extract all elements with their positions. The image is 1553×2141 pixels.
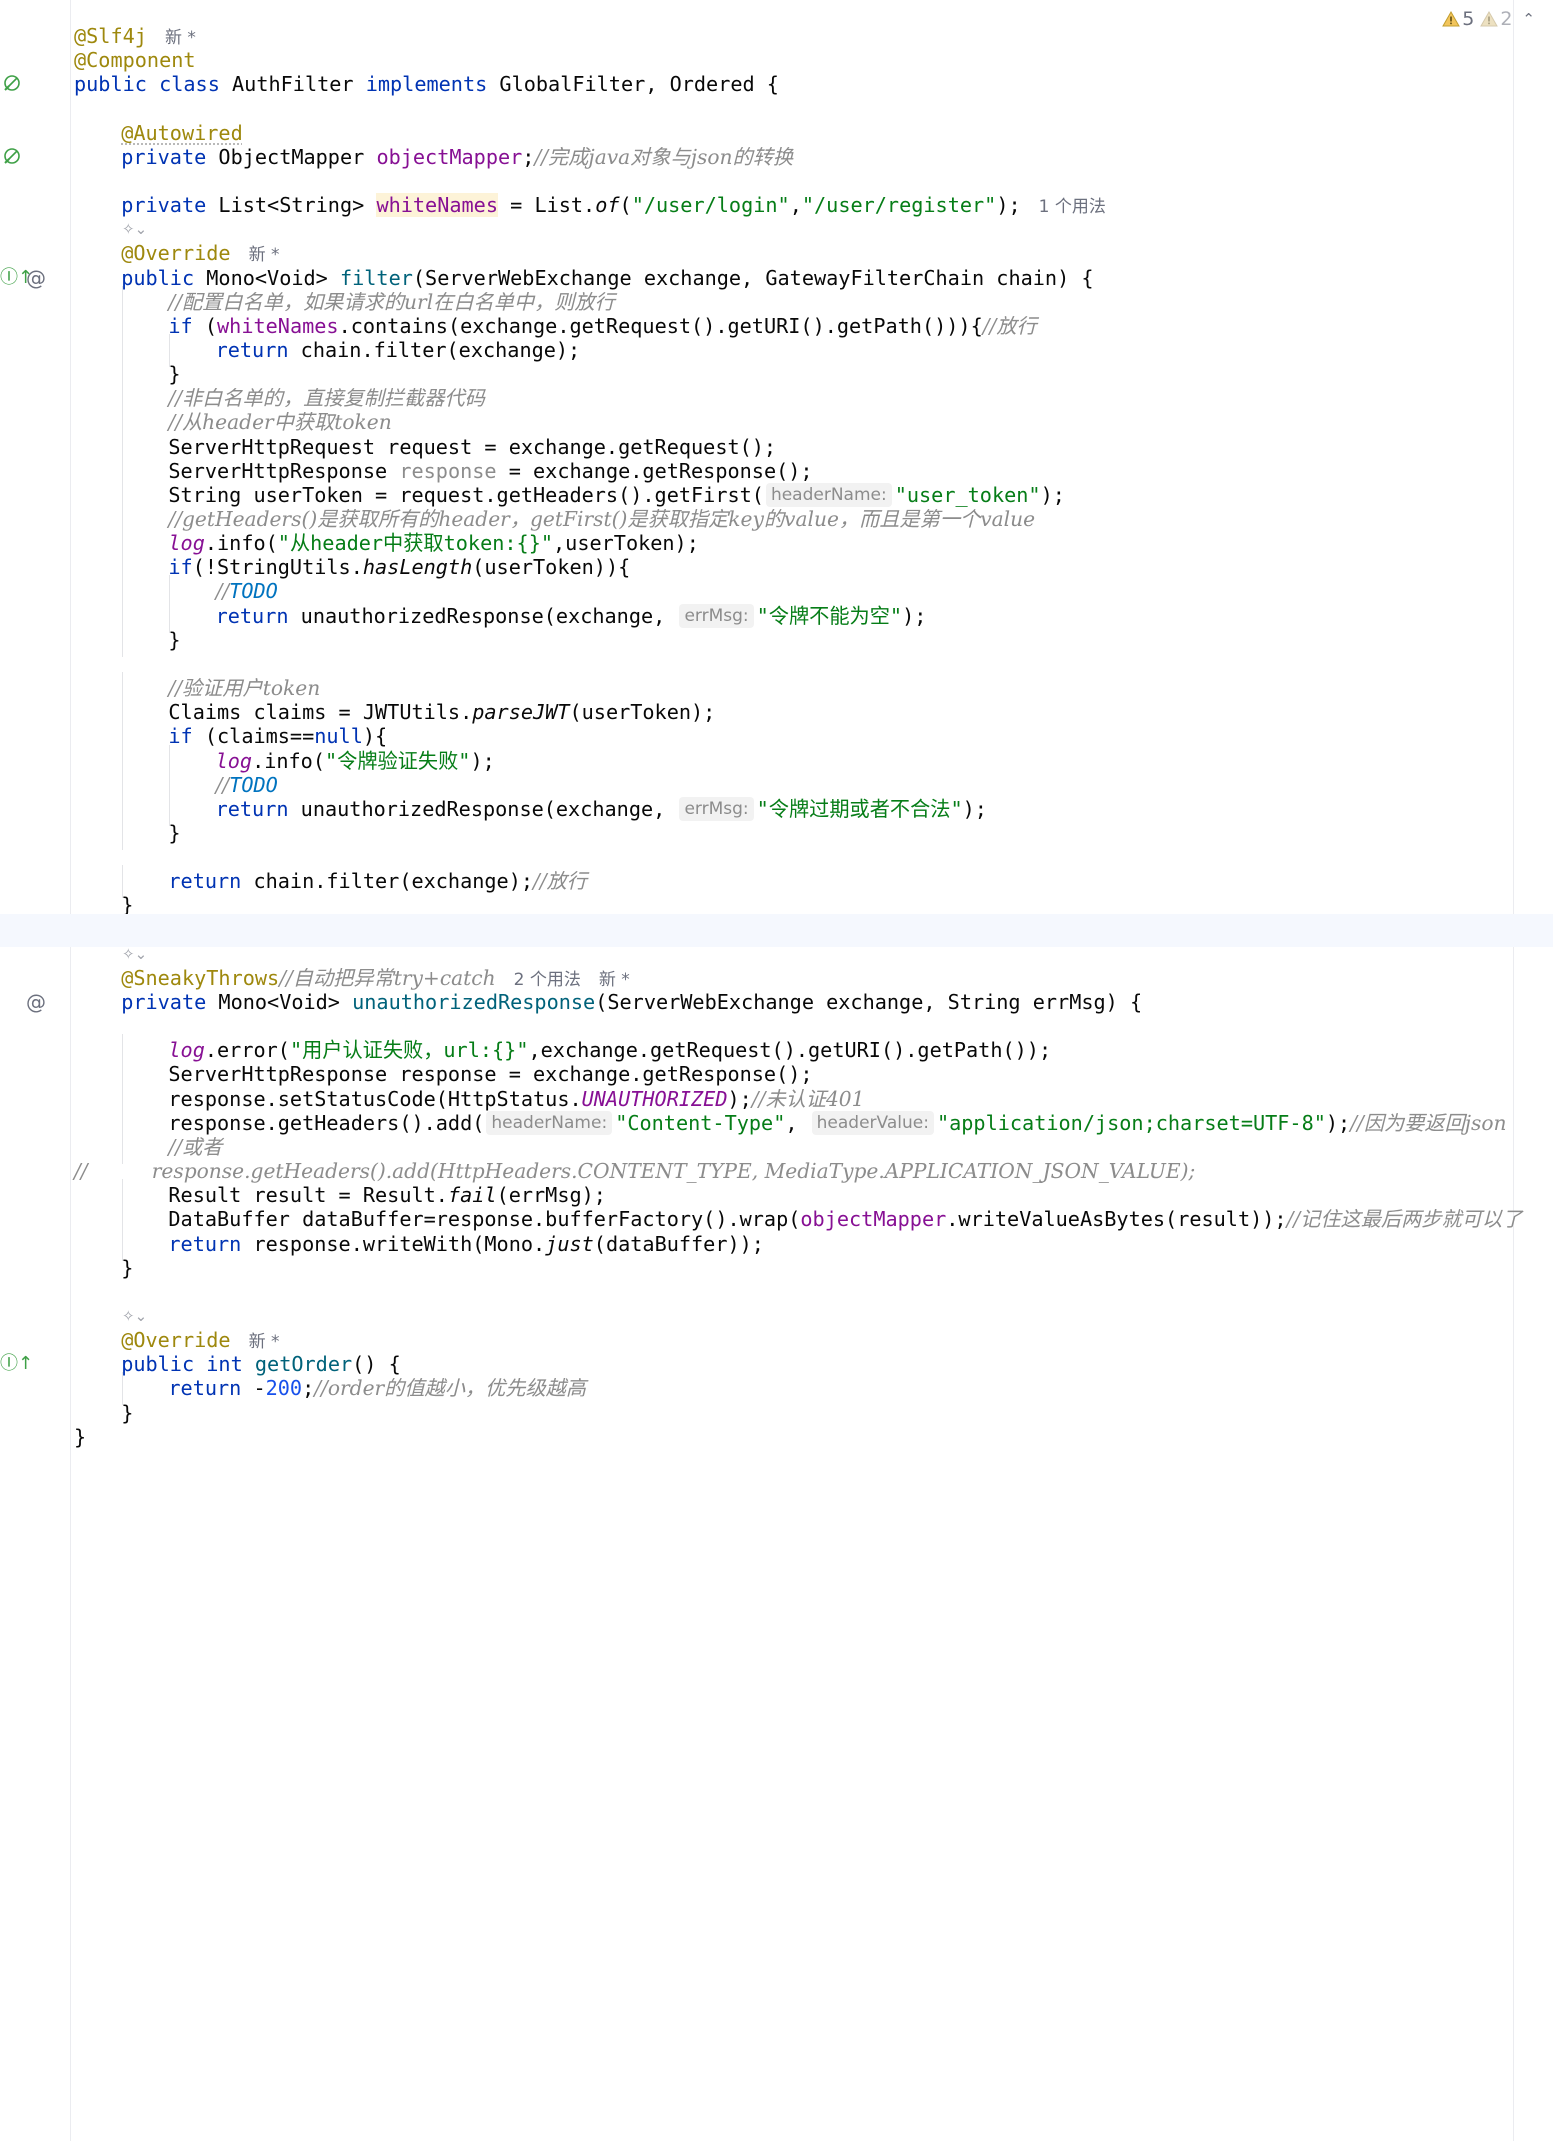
- code-token: }: [74, 1424, 87, 1449]
- code-line[interactable]: }: [0, 1421, 1513, 1454]
- code-text: }: [74, 1421, 86, 1454]
- chevron-up-icon[interactable]: ⌃: [1522, 10, 1535, 28]
- right-margin-guide: [1513, 0, 1514, 2141]
